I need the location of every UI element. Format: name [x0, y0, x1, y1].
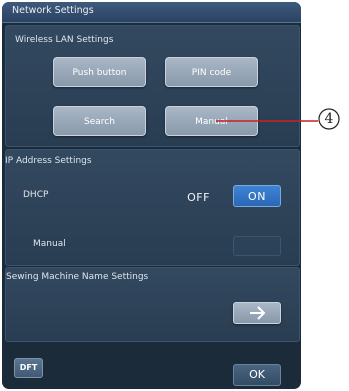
window-title: Network Settings — [12, 5, 94, 16]
dft-button[interactable]: DFT — [14, 358, 43, 378]
ip-manual-label: Manual — [33, 239, 66, 249]
dhcp-off-toggle[interactable]: OFF — [175, 187, 222, 208]
push-button-button[interactable]: Push button — [53, 57, 146, 87]
title-bar: Network Settings — [2, 2, 301, 23]
machine-name-arrow-button[interactable] — [233, 302, 281, 324]
search-button[interactable]: Search — [53, 106, 146, 136]
callout-number: 4 — [324, 111, 334, 127]
right-arrow-icon — [250, 306, 266, 320]
ip-address-section-label: IP Address Settings — [5, 156, 92, 166]
machine-name-section-label: Sewing Machine Name Settings — [6, 272, 149, 282]
dhcp-label: DHCP — [23, 190, 49, 200]
wireless-lan-section-label: Wireless LAN Settings — [15, 35, 114, 45]
dhcp-on-toggle[interactable]: ON — [233, 185, 281, 207]
ip-manual-toggle[interactable] — [233, 236, 281, 256]
network-settings-screen: Network Settings Wireless LAN Settings P… — [2, 2, 301, 389]
pin-code-button[interactable]: PIN code — [165, 57, 258, 87]
manual-wireless-button[interactable]: Manual — [165, 106, 258, 136]
ok-button[interactable]: OK — [233, 364, 281, 386]
